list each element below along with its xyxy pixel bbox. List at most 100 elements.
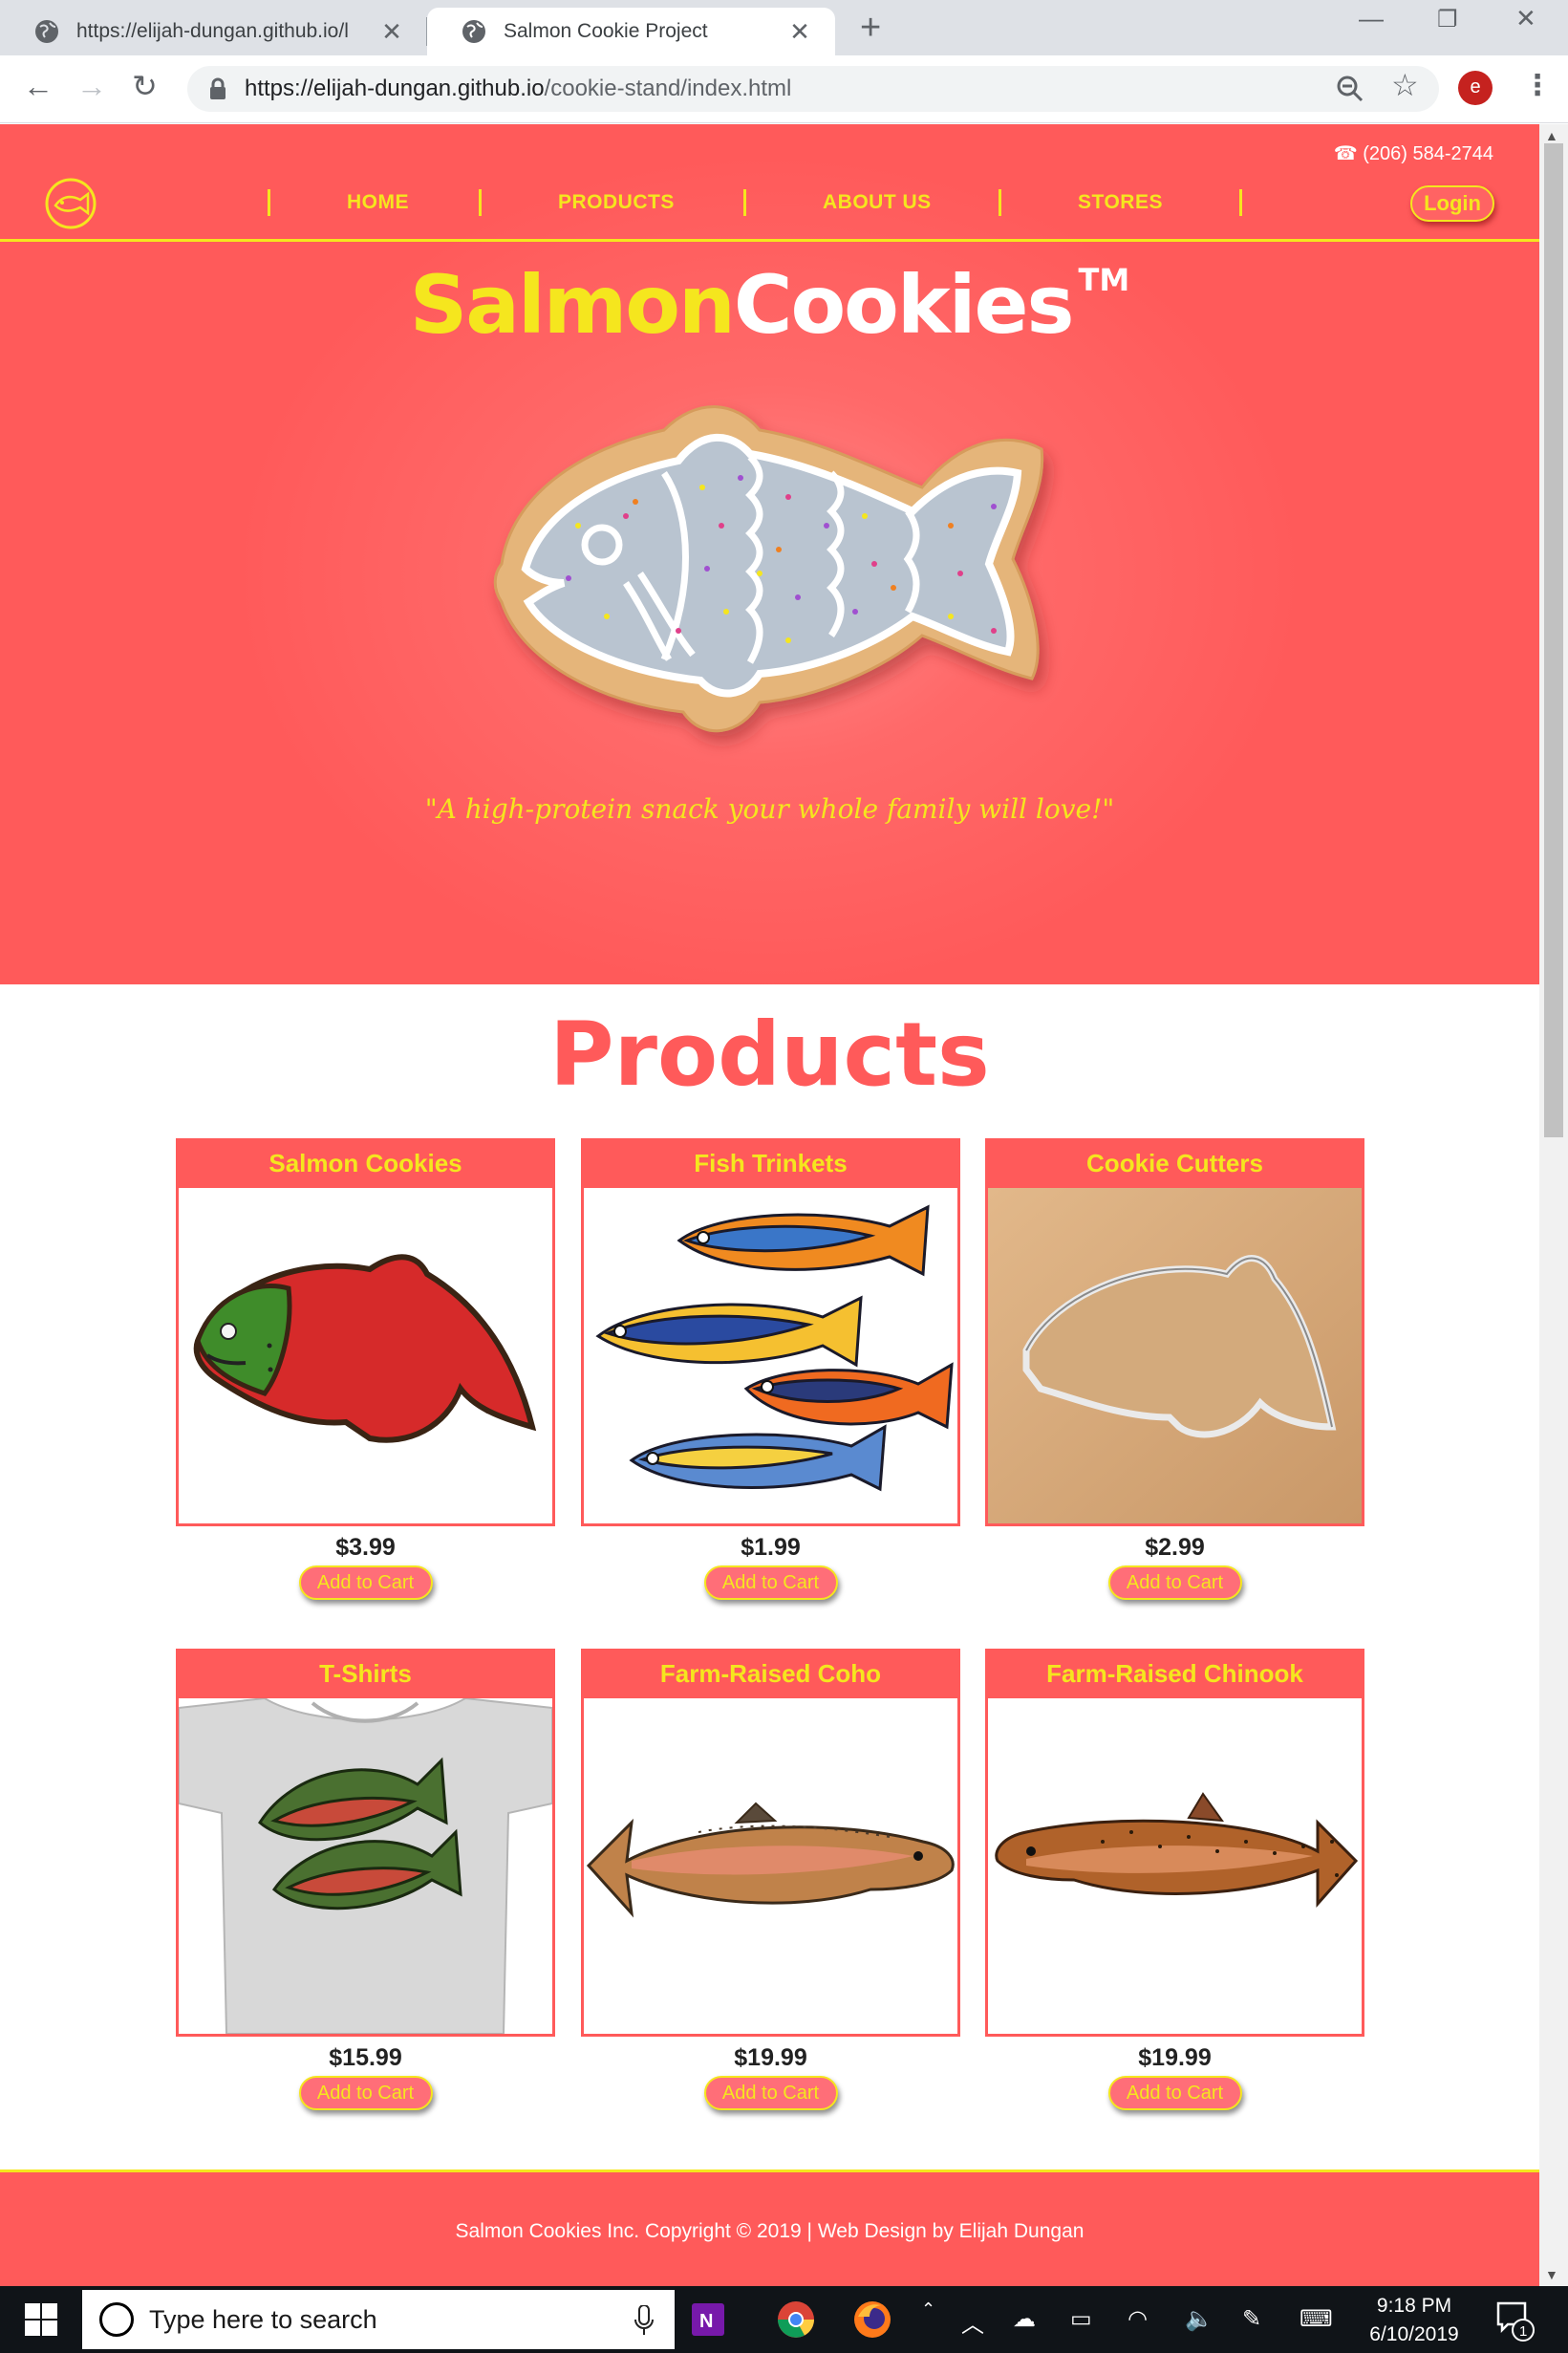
product-card: T-Shirts $15.99 Add to Cart bbox=[176, 1649, 555, 2110]
svg-text:N: N bbox=[699, 2311, 713, 2332]
product-name: Farm-Raised Coho bbox=[581, 1649, 960, 1698]
firefox-icon[interactable] bbox=[850, 2298, 894, 2342]
back-arrow-icon[interactable]: ← bbox=[23, 69, 54, 103]
product-image-cookie-cutter[interactable] bbox=[985, 1188, 1364, 1526]
reload-icon[interactable]: ↻ bbox=[132, 69, 158, 103]
zoom-icon[interactable] bbox=[1336, 75, 1364, 103]
taskbar-search-box[interactable]: Type here to search bbox=[82, 2290, 675, 2349]
onenote-icon[interactable]: N bbox=[686, 2298, 730, 2342]
hidden-icons-chevron-icon[interactable]: ︿ bbox=[961, 2305, 984, 2339]
product-image-t-shirt[interactable] bbox=[176, 1698, 555, 2037]
url-path: /cookie-stand/index.html bbox=[544, 76, 792, 101]
scroll-down-arrow-icon[interactable]: ▼ bbox=[1545, 2267, 1558, 2282]
onedrive-icon[interactable]: ☁ bbox=[1013, 2305, 1036, 2333]
close-tab-icon[interactable]: ✕ bbox=[377, 17, 406, 47]
windows-taskbar: Type here to search N ⌃ ︿ ☁ ▭ ◠ 🔈 ✎ ⌨ 9:… bbox=[0, 2286, 1568, 2353]
product-price: $15.99 bbox=[329, 2044, 402, 2071]
cortana-icon bbox=[99, 2302, 134, 2337]
product-card: Fish Trinkets $1.99 Add to Cart bbox=[581, 1138, 960, 1600]
brand-word-salmon: Salmon bbox=[409, 258, 736, 352]
nav-stores[interactable]: STORES bbox=[1078, 191, 1163, 214]
products-heading: Products bbox=[549, 1004, 990, 1106]
globe-icon bbox=[35, 20, 58, 43]
microphone-icon[interactable] bbox=[634, 2305, 654, 2336]
product-card: Farm-Raised Coho $19.99 Add to Cart bbox=[581, 1649, 960, 2110]
nav-separator bbox=[999, 189, 1001, 216]
add-to-cart-button[interactable]: Add to Cart bbox=[1107, 1565, 1242, 1600]
system-clock[interactable]: 9:18 PM 6/10/2019 bbox=[1357, 2292, 1471, 2349]
search-placeholder: Type here to search bbox=[149, 2304, 377, 2334]
phone-number: ☎ (206) 584-2744 bbox=[1333, 143, 1493, 164]
add-to-cart-button[interactable]: Add to Cart bbox=[703, 2076, 838, 2110]
nav-separator bbox=[1239, 189, 1242, 216]
trademark-mark: TM bbox=[1078, 262, 1130, 298]
product-image-fish-trinkets[interactable] bbox=[581, 1188, 960, 1526]
product-price: $19.99 bbox=[734, 2044, 807, 2071]
tagline: "A high-protein snack your whole family … bbox=[424, 793, 1115, 825]
nav-products[interactable]: PRODUCTS bbox=[558, 191, 675, 214]
notification-count: 1 bbox=[1519, 2323, 1527, 2340]
new-tab-icon[interactable]: + bbox=[860, 10, 881, 46]
site-header: ☎ (206) 584-2744 HOME PRODUCTS ABOUT US … bbox=[0, 124, 1539, 984]
browser-toolbar: ← → ↻ https://elijah-dungan.github.io/co… bbox=[0, 55, 1568, 123]
nav-separator bbox=[268, 189, 270, 216]
restore-icon[interactable]: ❐ bbox=[1437, 6, 1458, 33]
footer-copyright: Salmon Cookies Inc. Copyright © 2019 | W… bbox=[455, 2220, 1085, 2242]
notification-center-icon[interactable]: 1 bbox=[1494, 2299, 1538, 2343]
product-card: Cookie Cutters $2.99 Add to Cart bbox=[985, 1138, 1364, 1600]
nav-separator bbox=[743, 189, 746, 216]
product-image-chinook-salmon[interactable] bbox=[985, 1698, 1364, 2037]
fish-cookie-illustration bbox=[493, 405, 1044, 733]
scroll-taskbar-icon[interactable]: ⌃ bbox=[921, 2299, 935, 2320]
profile-avatar[interactable]: e bbox=[1458, 71, 1493, 105]
wifi-icon[interactable]: ◠ bbox=[1128, 2305, 1148, 2333]
tab-title: https://elijah-dungan.github.io/l bbox=[76, 20, 349, 42]
nav-about-us[interactable]: ABOUT US bbox=[823, 191, 932, 214]
address-bar[interactable]: https://elijah-dungan.github.io/cookie-s… bbox=[187, 66, 1439, 112]
product-price: $1.99 bbox=[741, 1534, 801, 1561]
browser-tab-2[interactable]: Salmon Cookie Project ✕ bbox=[427, 8, 835, 55]
nav-separator bbox=[479, 189, 482, 216]
add-to-cart-button[interactable]: Add to Cart bbox=[1107, 2076, 1242, 2110]
close-window-icon[interactable]: ✕ bbox=[1515, 4, 1536, 33]
browser-tab-bar: https://elijah-dungan.github.io/l ✕ Salm… bbox=[0, 0, 1568, 55]
keyboard-icon[interactable]: ⌨ bbox=[1300, 2305, 1333, 2333]
lock-icon bbox=[210, 77, 226, 99]
minimize-icon[interactable]: — bbox=[1359, 4, 1384, 33]
bookmark-star-icon[interactable]: ☆ bbox=[1391, 67, 1419, 103]
globe-icon bbox=[462, 20, 485, 43]
product-card: Salmon Cookies $3.99 Add to Cart bbox=[176, 1138, 555, 1600]
browser-tab-1[interactable]: https://elijah-dungan.github.io/l ✕ bbox=[0, 8, 427, 55]
browser-menu-icon[interactable]: ⋮ bbox=[1523, 69, 1552, 102]
site-footer: Salmon Cookies Inc. Copyright © 2019 | W… bbox=[0, 2170, 1539, 2286]
tab-title: Salmon Cookie Project bbox=[504, 20, 708, 42]
nav-home[interactable]: HOME bbox=[347, 191, 409, 214]
page-viewport: ☎ (206) 584-2744 HOME PRODUCTS ABOUT US … bbox=[0, 124, 1539, 2286]
chrome-icon[interactable] bbox=[774, 2298, 818, 2342]
product-image-coho-salmon[interactable] bbox=[581, 1698, 960, 2037]
url-host: https://elijah-dungan.github.io bbox=[245, 76, 545, 101]
pen-icon[interactable]: ✎ bbox=[1242, 2305, 1261, 2333]
product-name: Salmon Cookies bbox=[176, 1138, 555, 1188]
product-name: Farm-Raised Chinook bbox=[985, 1649, 1364, 1698]
add-to-cart-button[interactable]: Add to Cart bbox=[703, 1565, 838, 1600]
brand-word-cookies: Cookies bbox=[733, 258, 1075, 352]
clock-date: 6/10/2019 bbox=[1369, 2323, 1459, 2345]
battery-icon[interactable]: ▭ bbox=[1070, 2305, 1092, 2333]
windows-start-icon[interactable] bbox=[25, 2303, 57, 2336]
scrollbar-thumb[interactable] bbox=[1544, 143, 1563, 1137]
volume-icon[interactable]: 🔈 bbox=[1185, 2305, 1214, 2333]
product-price: $19.99 bbox=[1138, 2044, 1212, 2071]
add-to-cart-button[interactable]: Add to Cart bbox=[298, 1565, 433, 1600]
clock-time: 9:18 PM bbox=[1376, 2295, 1452, 2317]
add-to-cart-button[interactable]: Add to Cart bbox=[298, 2076, 433, 2110]
scroll-up-arrow-icon[interactable]: ▲ bbox=[1545, 128, 1558, 143]
forward-arrow-icon[interactable]: → bbox=[76, 69, 107, 103]
salmon-logo-icon[interactable] bbox=[44, 177, 97, 230]
product-image-salmon-cookie[interactable] bbox=[176, 1188, 555, 1526]
product-name: Cookie Cutters bbox=[985, 1138, 1364, 1188]
close-tab-icon[interactable]: ✕ bbox=[785, 17, 814, 47]
product-name: T-Shirts bbox=[176, 1649, 555, 1698]
login-button[interactable]: Login bbox=[1410, 185, 1494, 222]
product-name: Fish Trinkets bbox=[581, 1138, 960, 1188]
